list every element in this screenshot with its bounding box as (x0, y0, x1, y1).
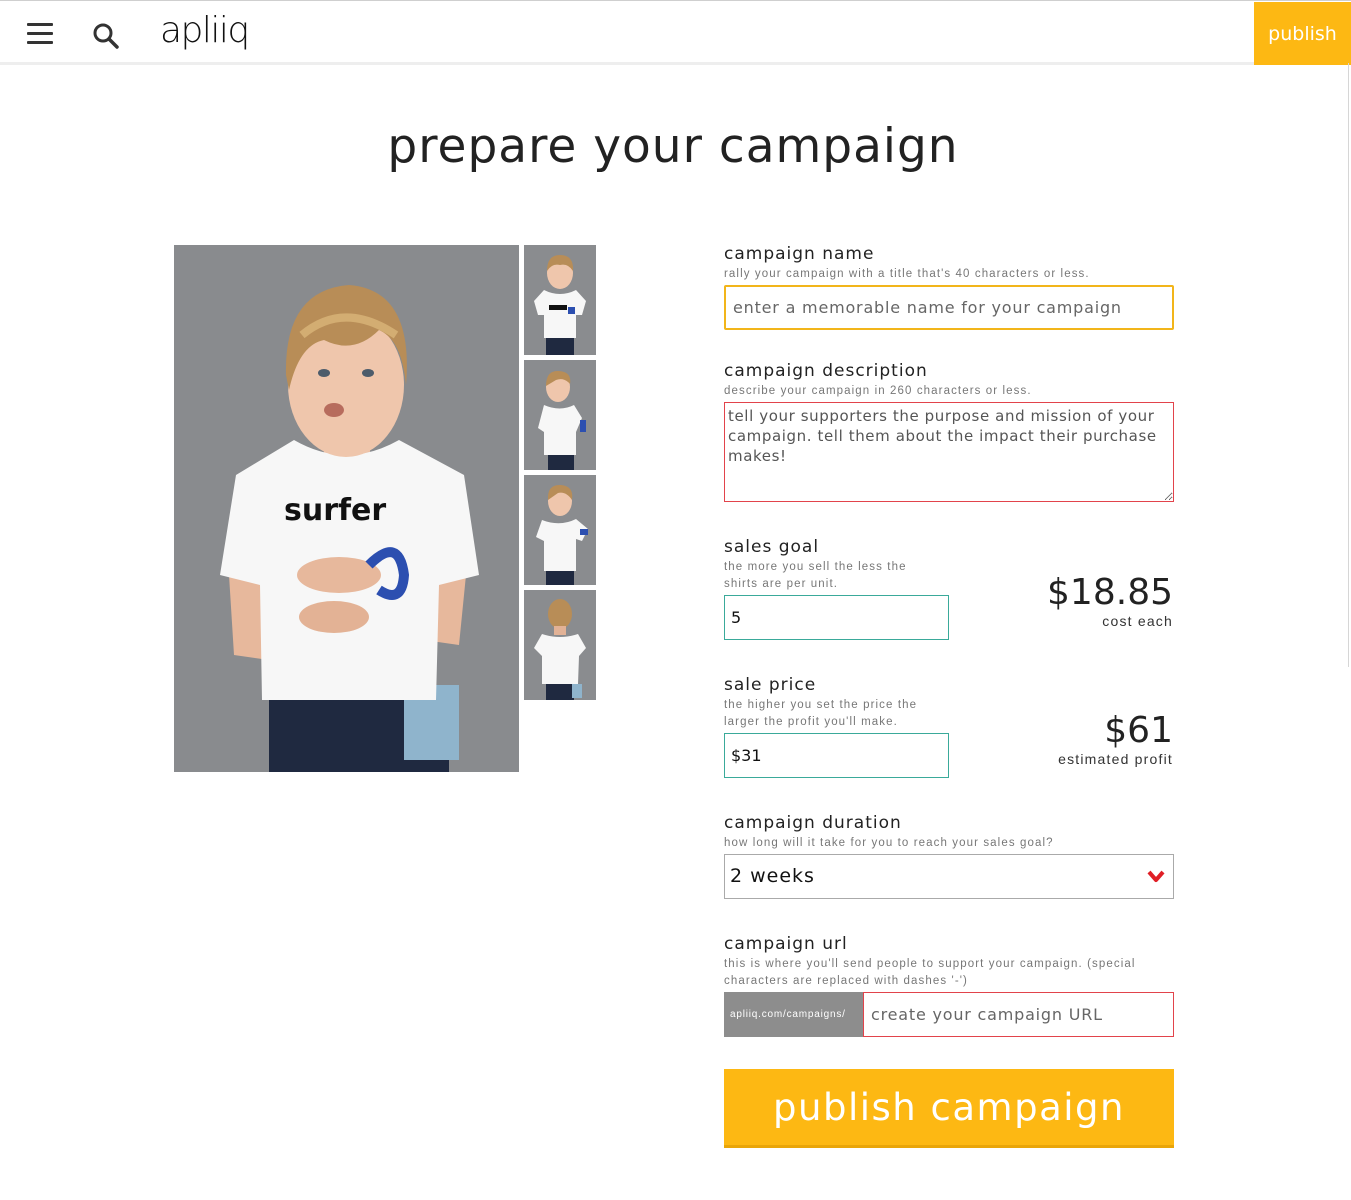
apliiq-logo[interactable]: apliiq (160, 6, 250, 56)
page-title: prepare your campaign (387, 119, 959, 174)
campaign-description-textarea[interactable] (724, 402, 1174, 502)
campaign-duration-selected: 2 weeks (730, 865, 815, 887)
sale-price-hint-line2: larger the profit you'll make. (724, 716, 898, 728)
campaign-url-hint-line2: characters are replaced with dashes '-') (724, 975, 968, 987)
campaign-description-hint: describe your campaign in 260 characters… (724, 385, 1032, 397)
sales-goal-label: sales goal (724, 537, 820, 557)
sale-price-hint-line1: the higher you set the price the (724, 699, 918, 711)
campaign-name-hint: rally your campaign with a title that's … (724, 268, 1090, 280)
cost-each-caption: cost each (1102, 613, 1173, 629)
chevron-down-icon (1147, 870, 1165, 882)
cost-each-value: $18.85 (1047, 572, 1173, 613)
publish-campaign-button[interactable]: publish campaign (724, 1069, 1174, 1148)
campaign-url-hint-line1: this is where you'll send people to supp… (724, 958, 1136, 970)
campaign-name-input[interactable] (724, 285, 1174, 330)
sale-price-input[interactable] (724, 733, 949, 778)
shirt-print-text: surfer (284, 493, 386, 528)
campaign-description-label: campaign description (724, 361, 928, 381)
boy-in-surfer-tshirt-illustration: surfer (174, 245, 519, 772)
product-main-photo: surfer (174, 245, 519, 772)
product-thumbnail-back[interactable] (524, 590, 596, 700)
top-navigation-bar: apliiq publish (0, 2, 1351, 65)
page: apliiq publish prepare your campaign sur… (0, 0, 1351, 1200)
sales-goal-hint-line2: shirts are per unit. (724, 578, 839, 590)
sale-price-label: sale price (724, 675, 817, 695)
product-thumbnail-angle[interactable] (524, 475, 596, 585)
campaign-duration-select[interactable]: 2 weeks (724, 854, 1174, 899)
product-thumbnail-front[interactable] (524, 245, 596, 355)
estimated-profit-caption: estimated profit (1058, 751, 1173, 767)
campaign-url-prefix: apliiq.com/campaigns/ (724, 992, 864, 1037)
search-icon[interactable] (92, 22, 120, 50)
campaign-url-input[interactable] (863, 992, 1174, 1037)
product-thumbnail-side[interactable] (524, 360, 596, 470)
campaign-url-label: campaign url (724, 934, 848, 954)
publish-header-button[interactable]: publish (1254, 2, 1351, 65)
campaign-name-label: campaign name (724, 244, 875, 264)
campaign-duration-hint: how long will it take for you to reach y… (724, 837, 1054, 849)
sales-goal-input[interactable] (724, 595, 949, 640)
estimated-profit-value: $61 (1104, 710, 1173, 751)
sales-goal-hint-line1: the more you sell the less the (724, 561, 907, 573)
campaign-duration-label: campaign duration (724, 813, 902, 833)
hamburger-menu-icon[interactable] (27, 23, 53, 45)
